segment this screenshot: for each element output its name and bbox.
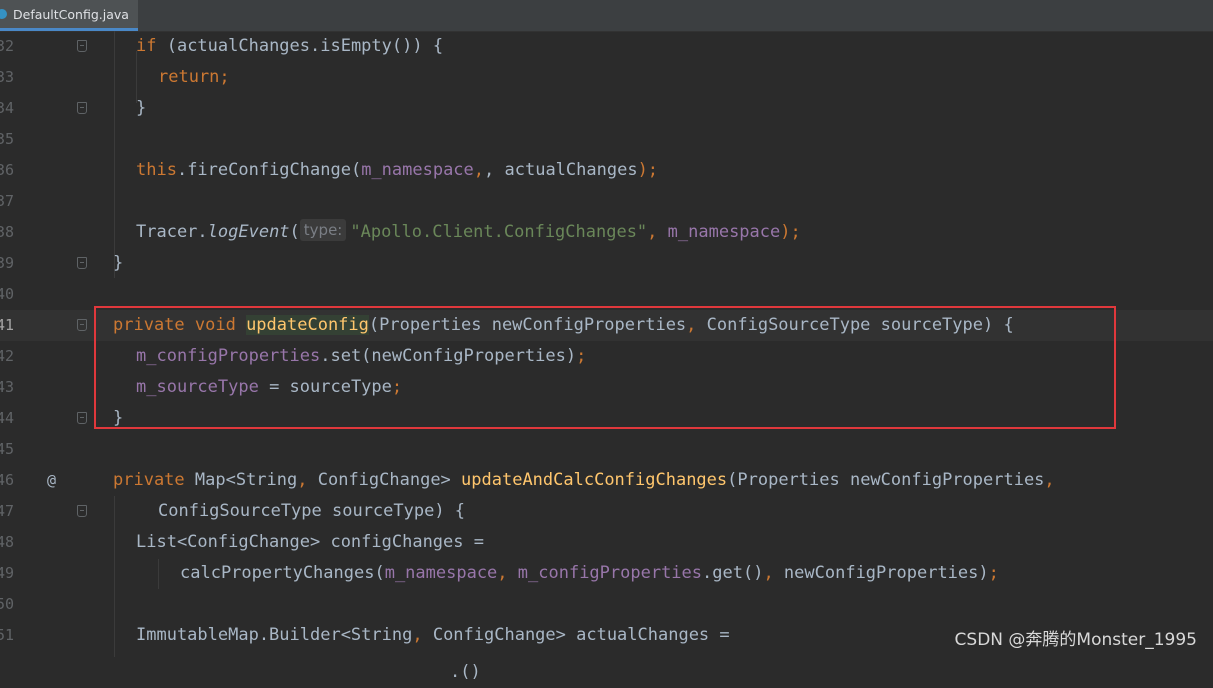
line-number: 38	[0, 223, 15, 241]
line-number: 37	[0, 192, 15, 210]
code-line: 49 calcPropertyChanges(m_namespace, m_co…	[0, 558, 1213, 589]
code-line: 37	[0, 186, 1213, 217]
line-number: 45	[0, 440, 15, 458]
code-line: 47 ConfigSourceType sourceType) {	[0, 496, 1213, 527]
code-text: }	[113, 253, 124, 273]
code-text: ConfigSourceType sourceType) {	[158, 501, 466, 521]
highlight-box	[94, 306, 1116, 429]
code-line: 33 return;	[0, 62, 1213, 93]
code-text: List<ConfigChange> configChanges =	[136, 532, 484, 552]
line-number: 35	[0, 130, 15, 148]
fold-icon[interactable]	[77, 40, 87, 52]
code-line: 48 List<ConfigChange> configChanges =	[0, 527, 1213, 558]
code-text: if (actualChanges.isEmpty()) {	[136, 36, 444, 56]
code-line: 50	[0, 589, 1213, 620]
line-number: 51	[0, 626, 15, 644]
code-line: 39 }	[0, 248, 1213, 279]
code-text: private Map<String, ConfigChange> update…	[113, 470, 1055, 490]
code-line: .()	[0, 651, 1213, 682]
code-text: calcPropertyChanges(m_namespace, m_confi…	[180, 563, 999, 583]
line-number: 34	[0, 99, 15, 117]
tab-label: DefaultConfig.java	[13, 6, 129, 22]
line-number: 39	[0, 254, 15, 272]
code-text: }	[136, 98, 147, 118]
code-line: 32 if (actualChanges.isEmpty()) {	[0, 31, 1213, 62]
line-number: 41	[0, 316, 15, 334]
line-number: 50	[0, 595, 15, 613]
override-marker-icon[interactable]: @	[47, 465, 56, 496]
code-text: .()	[450, 662, 481, 682]
line-number: 47	[0, 502, 15, 520]
fold-icon[interactable]	[77, 102, 87, 114]
code-line: 38 Tracer.logEvent(type: "Apollo.Client.C…	[0, 217, 1213, 248]
line-number: 32	[0, 37, 15, 55]
fold-icon[interactable]	[77, 505, 87, 517]
code-text: ImmutableMap.Builder<String, ConfigChang…	[136, 625, 730, 645]
line-number: 49	[0, 564, 15, 582]
code-line: 46 @ private Map<String, ConfigChange> u…	[0, 465, 1213, 496]
code-line: 36 this.fireConfigChange(m_namespace,, a…	[0, 155, 1213, 186]
code-text: Tracer.logEvent(type: "Apollo.Client.Conf…	[136, 219, 801, 242]
code-editor[interactable]: 32 if (actualChanges.isEmpty()) { 33 ret…	[0, 31, 1213, 682]
line-number: 46	[0, 471, 15, 489]
fold-icon[interactable]	[77, 257, 87, 269]
code-text: return;	[158, 67, 230, 87]
line-number: 40	[0, 285, 15, 303]
line-number: 36	[0, 161, 15, 179]
line-number: 43	[0, 378, 15, 396]
java-class-icon	[0, 9, 7, 19]
tab-defaultconfig-java[interactable]: DefaultConfig.java	[0, 0, 138, 31]
line-number: 48	[0, 533, 15, 551]
code-line: 45	[0, 434, 1213, 465]
editor-tab-bar: DefaultConfig.java	[0, 0, 1213, 32]
line-number: 42	[0, 347, 15, 365]
code-line: 34 }	[0, 93, 1213, 124]
parameter-hint: type:	[299, 219, 347, 241]
watermark: CSDN @奔腾的Monster_1995	[954, 630, 1197, 650]
fold-icon[interactable]	[77, 319, 87, 331]
code-line: 35	[0, 124, 1213, 155]
fold-icon[interactable]	[77, 412, 87, 424]
line-number: 44	[0, 409, 15, 427]
code-text: this.fireConfigChange(m_namespace,, actu…	[136, 160, 659, 180]
line-number: 33	[0, 68, 15, 86]
